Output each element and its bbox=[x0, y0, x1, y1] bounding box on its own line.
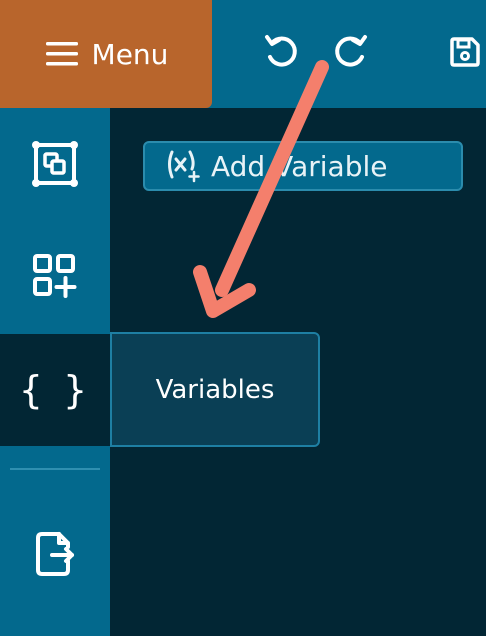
sidebar-item-layers[interactable] bbox=[0, 108, 110, 220]
add-variable-button[interactable]: Add Variable bbox=[143, 141, 463, 191]
sidebar-divider bbox=[10, 468, 100, 470]
add-widget-icon bbox=[33, 254, 77, 298]
menu-label: Menu bbox=[91, 37, 169, 71]
sidebar-item-export[interactable] bbox=[0, 498, 110, 610]
undo-icon[interactable] bbox=[261, 30, 303, 72]
top-toolbar: Menu bbox=[0, 0, 486, 108]
variables-tooltip: Variables bbox=[110, 332, 320, 447]
redo-icon[interactable] bbox=[329, 30, 371, 72]
sidebar-item-add-widget[interactable] bbox=[0, 220, 110, 332]
tooltip-label: Variables bbox=[155, 374, 275, 405]
add-variable-icon bbox=[168, 150, 200, 183]
menu-icon bbox=[45, 42, 78, 66]
save-icon[interactable] bbox=[448, 35, 482, 69]
layers-icon bbox=[32, 141, 78, 187]
export-file-icon bbox=[36, 532, 74, 576]
left-sidebar: { } bbox=[0, 108, 110, 636]
menu-button[interactable]: Menu bbox=[0, 0, 212, 108]
variables-icon: { } bbox=[18, 368, 92, 412]
sidebar-item-variables[interactable]: { } bbox=[0, 334, 110, 446]
add-variable-label: Add Variable bbox=[211, 149, 388, 183]
